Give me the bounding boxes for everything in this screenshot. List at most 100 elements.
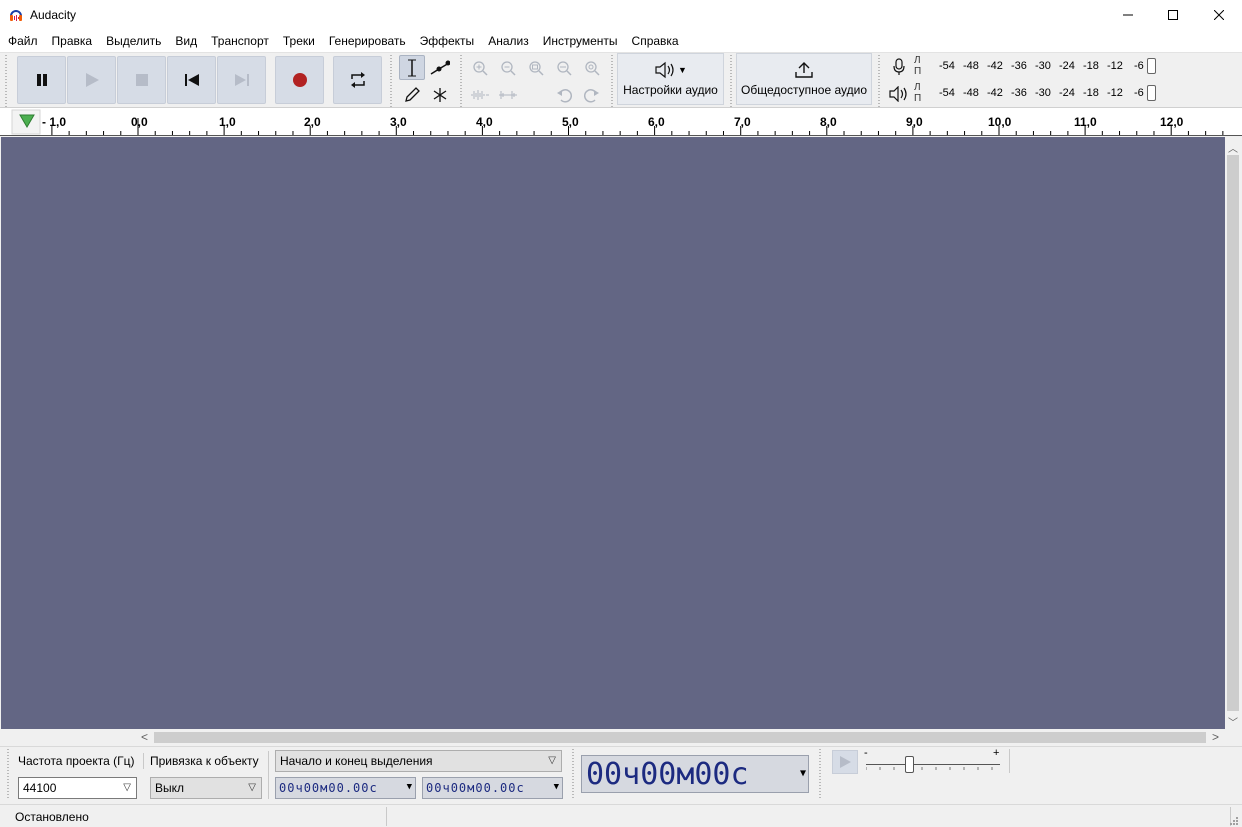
microphone-icon (893, 58, 905, 75)
selection-mode-select[interactable]: Начало и конец выделения ▽ (275, 750, 562, 772)
separator (386, 807, 387, 826)
timeline-ruler[interactable]: - 1,0 0,0 1,0 2,0 3,0 4,0 5,0 6,0 7,0 8,… (0, 108, 1242, 136)
chevron-down-icon: ▽ (123, 782, 131, 793)
menu-file[interactable]: Файл (1, 31, 45, 51)
meter-tick: -30 (1035, 87, 1051, 99)
stop-button[interactable] (117, 56, 166, 104)
dropdown-arrow-icon[interactable]: ▼ (800, 768, 806, 779)
scroll-left-icon[interactable]: < (141, 730, 148, 744)
meter-channel-left: Л (914, 82, 921, 93)
dropdown-arrow-icon[interactable]: ▼ (554, 782, 560, 792)
speaker-icon (655, 61, 674, 79)
play-at-speed-button[interactable] (832, 750, 858, 774)
silence-icon (498, 90, 517, 99)
maximize-icon (1168, 10, 1178, 20)
loop-button[interactable] (333, 56, 382, 104)
menu-analyze[interactable]: Анализ (481, 31, 536, 51)
dropdown-arrow-icon[interactable]: ▼ (407, 782, 413, 792)
zoom-in-button[interactable] (467, 55, 492, 80)
ruler-label: 12,0 (1160, 115, 1184, 129)
recording-meter[interactable]: Л П -54 -48 -42 -36 -30 -24 -18 -12 -6 (882, 54, 1162, 80)
menu-view[interactable]: Вид (168, 31, 204, 51)
menu-help[interactable]: Справка (625, 31, 686, 51)
fit-selection-button[interactable] (523, 55, 548, 80)
menu-effects[interactable]: Эффекты (413, 31, 482, 51)
skip-to-start-button[interactable] (167, 56, 216, 104)
ruler-label: 11,0 (1074, 115, 1097, 129)
zoom-out-icon (500, 60, 516, 76)
scroll-down-icon[interactable]: ﹀ (1228, 714, 1238, 729)
minimize-button[interactable] (1105, 0, 1151, 30)
pause-button[interactable] (17, 56, 66, 104)
selection-start-time[interactable]: 00 ч 00 м 00.00 с ▼ (275, 777, 416, 799)
play-button[interactable] (67, 56, 116, 104)
toolbar-grip[interactable] (609, 55, 615, 107)
share-audio-button[interactable]: Общедоступное аудио (736, 53, 872, 105)
menu-tools[interactable]: Инструменты (536, 31, 625, 51)
menu-select[interactable]: Выделить (99, 31, 168, 51)
horizontal-scrollbar[interactable]: < > (137, 729, 1225, 746)
audio-setup-button[interactable]: ▼ Настройки аудио (617, 53, 724, 105)
menu-tracks[interactable]: Треки (276, 31, 322, 51)
speed-min-label: - (864, 747, 868, 759)
meter-slider-handle[interactable] (1147, 58, 1156, 74)
redo-button[interactable] (579, 82, 604, 107)
track-panel[interactable] (1, 137, 1225, 729)
multi-tool-button[interactable] (427, 82, 453, 107)
toolbar-grip[interactable] (570, 749, 576, 799)
vertical-scrollbar[interactable]: ︿ ﹀ (1225, 137, 1241, 729)
project-rate-select[interactable]: 44100 ▽ (18, 777, 137, 799)
record-icon (292, 73, 307, 87)
draw-tool-button[interactable] (399, 82, 425, 107)
snap-select[interactable]: Выкл ▽ (150, 777, 262, 799)
speed-slider-handle[interactable] (905, 756, 914, 773)
chevron-down-icon: ▽ (248, 782, 256, 793)
silence-audio-button[interactable] (495, 82, 520, 107)
playback-meter[interactable]: Л П -54 -48 -42 -36 -30 -24 -18 -12 -6 (882, 81, 1162, 107)
undo-button[interactable] (551, 82, 576, 107)
meter-tick: -24 (1059, 60, 1075, 72)
scroll-up-icon[interactable]: ︿ (1228, 140, 1238, 155)
meter-slider-handle[interactable] (1147, 85, 1156, 101)
fit-project-button[interactable] (551, 55, 576, 80)
skip-to-end-button[interactable] (217, 56, 266, 104)
separator (1009, 749, 1010, 773)
pause-icon (36, 74, 47, 86)
speed-max-label: + (993, 747, 1000, 759)
scroll-right-icon[interactable]: > (1212, 730, 1219, 744)
menu-edit[interactable]: Правка (45, 31, 100, 51)
skip-to-end-icon (234, 74, 249, 86)
trim-icon (470, 89, 489, 100)
record-button[interactable] (275, 56, 324, 104)
maximize-button[interactable] (1150, 0, 1196, 30)
selection-end-time[interactable]: 00 ч 00 м 00.00 с ▼ (422, 777, 563, 799)
toolbar-grip[interactable] (388, 55, 394, 107)
zoom-toggle-button[interactable] (579, 55, 604, 80)
meter-tick: -6 (1134, 60, 1144, 72)
speaker-icon (889, 86, 907, 102)
meter-tick: -48 (963, 60, 979, 72)
meter-tick: -36 (1011, 60, 1027, 72)
toolbar-grip[interactable] (458, 55, 464, 107)
zoom-out-button[interactable] (495, 55, 520, 80)
meter-tick: -18 (1083, 60, 1099, 72)
toolbar-grip[interactable] (5, 749, 11, 799)
close-button[interactable] (1196, 0, 1242, 30)
trim-audio-button[interactable] (467, 82, 492, 107)
audio-position-display[interactable]: 00 ч 00 м 00 с ▼ (581, 755, 809, 793)
toolbar-grip[interactable] (728, 55, 734, 107)
pencil-icon (405, 86, 420, 102)
horizontal-scroll-thumb[interactable] (154, 732, 1206, 743)
time-minutes: 00 (640, 756, 677, 792)
undo-icon (556, 88, 572, 103)
menu-transport[interactable]: Транспорт (204, 31, 276, 51)
resize-grip-icon[interactable] (1229, 816, 1239, 826)
toolbar-grip[interactable] (817, 749, 823, 799)
selection-tool-button[interactable] (399, 55, 425, 80)
toolbar-grip[interactable] (3, 55, 9, 107)
menu-generate[interactable]: Генерировать (322, 31, 413, 51)
envelope-tool-button[interactable] (427, 55, 453, 80)
vertical-scroll-thumb[interactable] (1227, 155, 1239, 711)
play-icon (840, 756, 851, 768)
ruler-ticks (11, 109, 1224, 135)
